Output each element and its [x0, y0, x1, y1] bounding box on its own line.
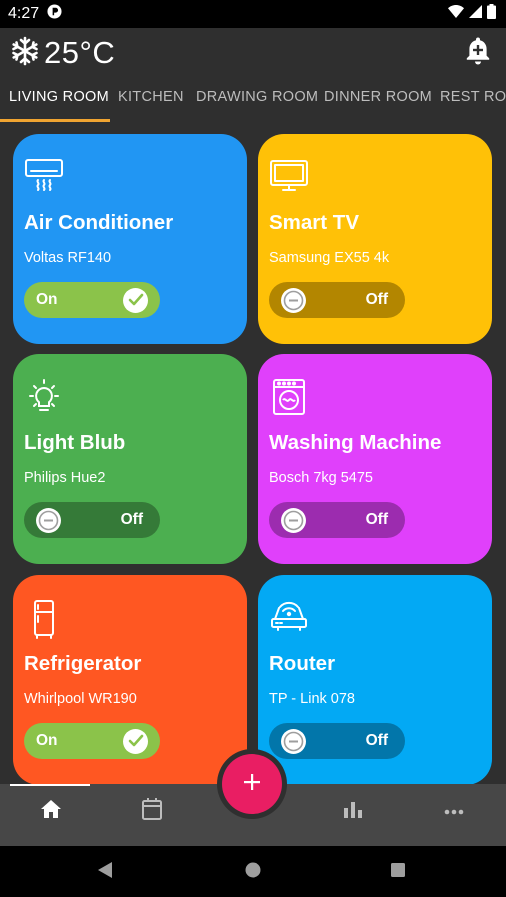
refrigerator-icon — [24, 599, 64, 639]
device-model: Samsung EX55 4k — [269, 250, 390, 266]
toggle-state-label: Off — [120, 511, 143, 528]
temperature-label: 25°C — [44, 35, 116, 70]
device-model: Philips Hue2 — [24, 470, 106, 486]
device-model: TP - Link 078 — [269, 691, 355, 707]
minus-circle-icon — [281, 287, 306, 313]
system-home-button[interactable] — [241, 860, 265, 884]
minus-circle-icon — [36, 507, 61, 533]
more-icon — [444, 802, 464, 820]
system-nav-bar — [0, 846, 506, 897]
check-icon — [123, 728, 148, 754]
tab-kitchen[interactable]: KITCHEN — [118, 80, 184, 122]
add-device-button[interactable] — [222, 754, 282, 814]
add-alert-icon — [465, 37, 491, 70]
status-bar: 4:27 — [0, 0, 506, 28]
tab-dinner-room[interactable]: DINNER ROOM — [324, 80, 432, 122]
battery-icon — [487, 4, 496, 24]
toggle-state-label: Off — [365, 291, 388, 308]
device-name: Refrigerator — [24, 652, 142, 675]
power-toggle[interactable]: Off — [269, 502, 405, 538]
device-card-light-bulb[interactable]: Light Blub Philips Hue2 Off — [13, 354, 247, 564]
device-name: Router — [269, 652, 336, 675]
toggle-state-label: On — [36, 291, 58, 308]
washing-machine-icon — [269, 378, 309, 415]
room-tabs: LIVING ROOM KITCHEN DRAWING ROOM DINNER … — [0, 80, 506, 122]
add-icon — [243, 773, 261, 796]
nav-active-indicator — [10, 784, 90, 786]
device-name: Washing Machine — [269, 431, 442, 454]
device-card-router[interactable]: Router TP - Link 078 Off — [258, 575, 492, 785]
power-toggle[interactable]: Off — [24, 502, 160, 538]
router-icon — [269, 599, 309, 635]
toggle-state-label: Off — [365, 511, 388, 528]
device-card-air-conditioner[interactable]: Air Conditioner Voltas RF140 On — [13, 134, 247, 344]
light-bulb-icon — [24, 378, 64, 414]
add-alert-button[interactable] — [462, 37, 494, 69]
device-name: Air Conditioner — [24, 211, 174, 234]
tv-icon — [269, 158, 309, 194]
minus-circle-icon — [281, 728, 306, 754]
snowflake-icon — [10, 36, 40, 71]
toggle-state-label: On — [36, 732, 58, 749]
power-toggle[interactable]: On — [24, 282, 160, 318]
check-icon — [123, 287, 148, 313]
tab-indicator — [0, 119, 110, 122]
air-conditioner-icon — [24, 158, 64, 194]
back-triangle-icon — [97, 861, 113, 884]
signal-icon — [469, 5, 482, 23]
bar-chart-icon — [343, 800, 363, 823]
weather-display: 25°C — [10, 35, 115, 71]
recents-square-icon — [390, 862, 406, 883]
device-card-washing-machine[interactable]: Washing Machine Bosch 7kg 5475 Off — [258, 354, 492, 564]
nav-stats-button[interactable] — [338, 796, 368, 826]
header: 25°C — [0, 28, 506, 78]
home-icon — [40, 799, 62, 824]
tab-rest-room[interactable]: REST ROOM — [440, 80, 506, 122]
minus-circle-icon — [281, 507, 306, 533]
device-card-smart-tv[interactable]: Smart TV Samsung EX55 4k Off — [258, 134, 492, 344]
device-card-refrigerator[interactable]: Refrigerator Whirlpool WR190 On — [13, 575, 247, 785]
device-model: Voltas RF140 — [24, 250, 112, 266]
device-model: Bosch 7kg 5475 — [269, 470, 373, 486]
power-toggle[interactable]: Off — [269, 723, 405, 759]
nav-more-button[interactable] — [439, 796, 469, 826]
device-name: Light Blub — [24, 431, 126, 454]
nav-home-button[interactable] — [36, 796, 66, 826]
status-time: 4:27 — [8, 5, 40, 22]
toggle-state-label: Off — [365, 732, 388, 749]
power-toggle[interactable]: Off — [269, 282, 405, 318]
calendar-icon — [141, 797, 163, 826]
power-toggle[interactable]: On — [24, 723, 160, 759]
home-circle-icon — [245, 862, 261, 883]
system-back-button[interactable] — [93, 860, 117, 884]
tab-living-room[interactable]: LIVING ROOM — [9, 80, 109, 122]
wifi-icon — [448, 5, 464, 23]
tab-drawing-room[interactable]: DRAWING ROOM — [196, 80, 318, 122]
device-name: Smart TV — [269, 211, 359, 234]
nav-calendar-button[interactable] — [137, 796, 167, 826]
device-model: Whirlpool WR190 — [24, 691, 137, 707]
app-notification-icon — [47, 4, 62, 24]
system-recents-button[interactable] — [386, 860, 410, 884]
